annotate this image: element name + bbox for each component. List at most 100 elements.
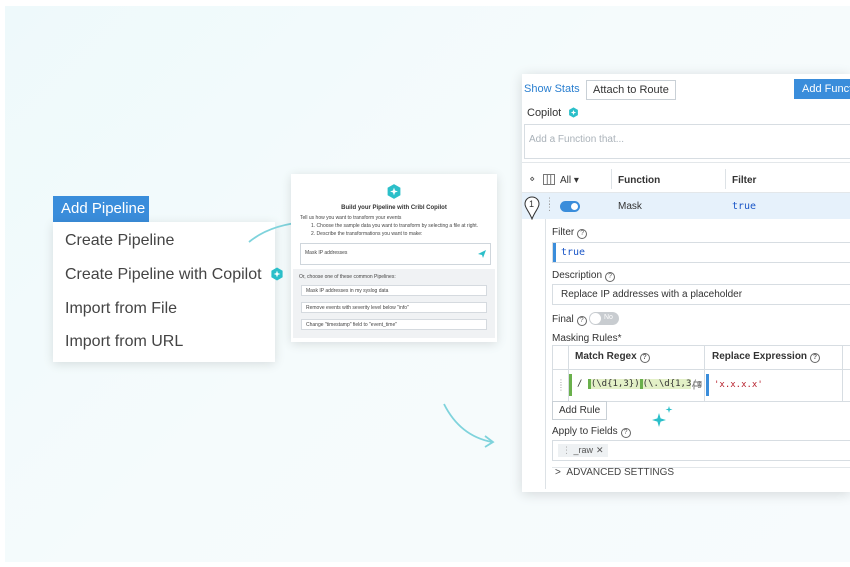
step-number: 1 xyxy=(529,199,535,209)
menu-item-label: Import from File xyxy=(65,300,178,317)
add-function-copilot-input[interactable]: Add a Function that... xyxy=(524,124,850,159)
input-value: Mask IP addresses xyxy=(305,250,348,256)
divider xyxy=(704,345,705,401)
help-icon[interactable]: ? xyxy=(576,316,587,326)
sparkle-icon xyxy=(652,406,673,427)
final-toggle-state: No xyxy=(604,314,613,321)
regex-group-2: (\.\d{1,3 xyxy=(639,379,692,389)
menu-item-import-file[interactable]: Import from File xyxy=(65,300,177,318)
row-function-name: Mask xyxy=(618,201,642,212)
regex-group-1: (\d{1,3}) xyxy=(587,379,640,389)
copilot-icon xyxy=(271,267,283,281)
transform-description-input[interactable]: Mask IP addresses xyxy=(300,243,491,265)
description-value: Replace IP addresses with a placeholder xyxy=(561,289,743,300)
arrow-to-panel-icon xyxy=(443,403,495,448)
field-tag-label: _raw xyxy=(573,445,594,455)
common-pipelines-label: Or, choose one of these common Pipelines… xyxy=(299,274,396,280)
divider xyxy=(725,169,726,189)
final-label: Final? xyxy=(552,314,587,326)
apply-to-fields-label: Apply to Fields? xyxy=(552,426,631,438)
regex-open: / xyxy=(577,379,588,389)
drag-handle-icon[interactable]: ⋮ ⋮ xyxy=(545,197,554,212)
help-icon[interactable]: ? xyxy=(577,229,588,239)
copilot-icon xyxy=(387,184,401,199)
input-placeholder: Add a Function that... xyxy=(529,134,625,145)
filter-label: Filter? xyxy=(552,227,588,239)
divider xyxy=(545,219,546,489)
add-pipeline-menu: Create Pipeline Create Pipeline with Cop… xyxy=(53,222,283,362)
filter-label-text: Filter xyxy=(552,227,575,238)
attach-to-route-button[interactable]: Attach to Route xyxy=(586,80,676,100)
frame-edge-left xyxy=(0,0,5,567)
add-pipeline-button[interactable]: Add Pipeline xyxy=(53,196,149,222)
filter-expression-value: true xyxy=(561,247,586,258)
pipeline-editor-panel: Show Stats Attach to Route Add Functio C… xyxy=(522,74,850,492)
masking-rules-label: Masking Rules* xyxy=(552,333,622,344)
replace-expression-header-text: Replace Expression xyxy=(712,351,808,362)
add-rule-button[interactable]: Add Rule xyxy=(552,401,608,420)
common-pipeline-option[interactable]: Remove events with severity level below … xyxy=(301,302,487,313)
apply-to-fields-label-text: Apply to Fields xyxy=(552,426,618,437)
card-title: Build your Pipeline with Cribl Copilot xyxy=(341,205,447,211)
common-pipeline-option[interactable]: Change "timestamp" field to "event_time" xyxy=(301,319,487,330)
description-label-text: Description xyxy=(552,270,603,281)
add-function-button[interactable]: Add Functio xyxy=(794,79,850,99)
replace-expression-value[interactable]: 'x.x.x.x' xyxy=(714,380,763,390)
frame-edge-top xyxy=(0,0,850,6)
editor-accent-bar xyxy=(553,243,556,262)
editor-accent-bar xyxy=(706,374,709,396)
menu-item-create-pipeline[interactable]: Create Pipeline xyxy=(65,232,174,250)
copilot-label: Copilot xyxy=(527,107,579,119)
card-intro: Tell us how you want to transform your e… xyxy=(300,215,402,221)
frame-edge-bottom xyxy=(0,562,850,567)
apply-to-fields-input[interactable]: ⋮ _raw ✕ xyxy=(552,440,850,461)
field-tag: ⋮ _raw ✕ xyxy=(558,444,608,457)
match-regex-header: Match Regex? xyxy=(575,351,650,363)
match-regex-input[interactable]: / (\d{1,3}) (\.\d{1,3/g xyxy=(569,374,703,396)
common-pipelines-section: Or, choose one of these common Pipelines… xyxy=(293,269,495,338)
common-pipeline-option[interactable]: Mask IP addresses in my syslog data xyxy=(301,285,487,296)
send-icon[interactable] xyxy=(478,250,486,258)
rule-drag-handle-icon[interactable]: ⋮ ⋮ xyxy=(557,379,565,392)
menu-item-label: Create Pipeline xyxy=(65,232,175,249)
help-icon[interactable]: ? xyxy=(605,272,616,282)
column-header-function: Function xyxy=(618,175,661,186)
help-icon[interactable]: ? xyxy=(620,428,631,438)
card-step-2: 2. Describe the transformations you want… xyxy=(311,231,423,237)
copilot-label-text: Copilot xyxy=(527,107,562,119)
divider xyxy=(611,169,612,189)
divider xyxy=(552,369,850,370)
all-filter-dropdown[interactable]: All ▾ xyxy=(560,175,579,186)
tag-drag-icon: ⋮ xyxy=(562,445,574,455)
menu-item-label: Create Pipeline with Copilot xyxy=(65,266,262,283)
description-label: Description? xyxy=(552,270,616,282)
final-toggle[interactable]: No xyxy=(589,312,619,325)
remove-tag-icon[interactable]: ✕ xyxy=(596,445,604,455)
editor-accent-bar xyxy=(569,374,572,396)
replace-expression-header: Replace Expression? xyxy=(712,351,821,363)
column-header-filter: Filter xyxy=(732,175,757,186)
menu-item-create-pipeline-copilot[interactable]: Create Pipeline with Copilot xyxy=(65,266,284,284)
function-enabled-toggle[interactable] xyxy=(560,201,580,212)
card-step-1: 1. Choose the sample data you want to tr… xyxy=(311,223,479,229)
copilot-builder-card: Build your Pipeline with Cribl Copilot T… xyxy=(291,174,497,342)
copilot-icon xyxy=(569,107,579,118)
show-stats-link[interactable]: Show Stats xyxy=(524,83,580,95)
toggle-knob xyxy=(590,313,601,324)
divider xyxy=(842,345,843,401)
menu-item-label: Import from URL xyxy=(65,333,184,350)
filter-expression-input[interactable]: true xyxy=(552,242,850,263)
advanced-settings-label: ADVANCED SETTINGS xyxy=(566,467,675,478)
description-input[interactable]: Replace IP addresses with a placeholder xyxy=(552,284,850,305)
help-icon[interactable]: ? xyxy=(810,353,821,363)
row-filter-value: true xyxy=(732,201,757,212)
columns-icon[interactable] xyxy=(543,174,555,185)
divider xyxy=(522,162,850,163)
advanced-settings-toggle[interactable]: > ADVANCED SETTINGS xyxy=(555,467,674,478)
menu-item-import-url[interactable]: Import from URL xyxy=(65,333,183,351)
final-label-text: Final xyxy=(552,314,574,325)
match-regex-header-text: Match Regex xyxy=(575,351,637,362)
flag-icon[interactable] xyxy=(693,381,702,390)
chevron-right-icon: > xyxy=(555,467,561,478)
help-icon[interactable]: ? xyxy=(639,353,650,363)
